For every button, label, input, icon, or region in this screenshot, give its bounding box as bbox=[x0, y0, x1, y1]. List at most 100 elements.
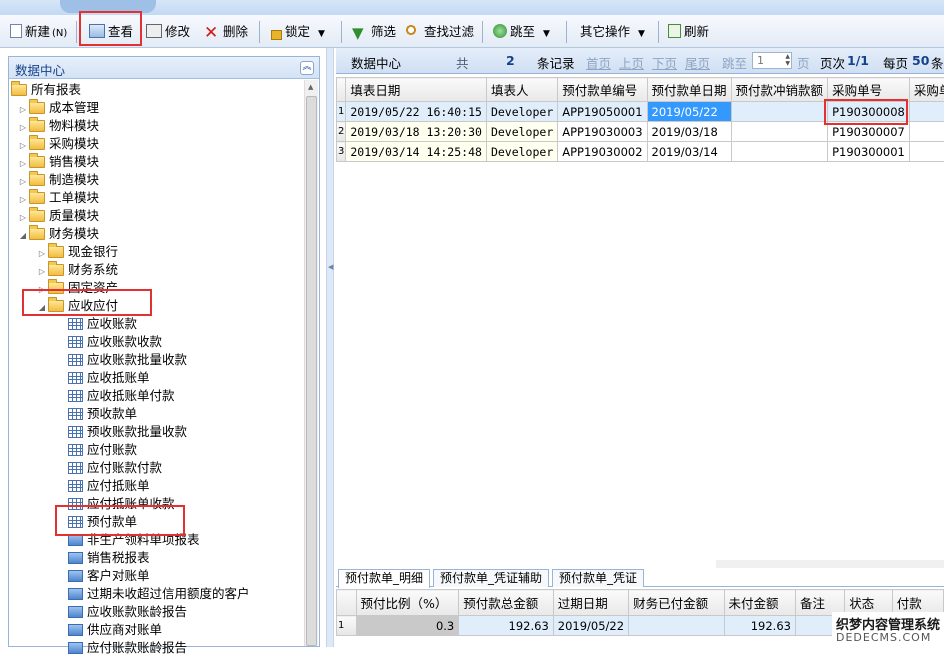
column-header[interactable]: 财务已付金额 bbox=[629, 590, 724, 616]
new-button[interactable]: 新建(N) bbox=[10, 22, 67, 42]
table-row[interactable]: 32019/03/14 14:25:48DeveloperAPP19030002… bbox=[337, 142, 944, 162]
tree-item-module[interactable]: ◢财务模块 bbox=[17, 225, 99, 243]
table-cell-user[interactable]: Developer bbox=[486, 122, 557, 142]
tree-item-form[interactable]: 预收款单 bbox=[68, 405, 137, 423]
column-header[interactable]: 填表日期 bbox=[346, 78, 487, 102]
tree-item-report[interactable]: 应付账款账龄报告 bbox=[68, 639, 187, 657]
table-cell-po[interactable]: P190300001 bbox=[828, 142, 910, 162]
tree-item-report[interactable]: 供应商对账单 bbox=[68, 621, 162, 639]
tree-item-form[interactable]: 应付抵账单 bbox=[68, 477, 150, 495]
table-cell-offset[interactable] bbox=[731, 142, 828, 162]
table-cell-expire[interactable]: 2019/05/22 bbox=[553, 616, 628, 636]
table-cell-paid[interactable] bbox=[629, 616, 724, 636]
scroll-up-icon[interactable]: ▲ bbox=[308, 83, 313, 91]
column-header[interactable]: 预付款单日期 bbox=[647, 78, 731, 102]
tree-item-form[interactable]: 应收账款收款 bbox=[68, 333, 162, 351]
tree-item-module[interactable]: ▷销售模块 bbox=[17, 153, 99, 171]
prev-page-link[interactable]: 上页 bbox=[619, 53, 644, 72]
tree-item-module[interactable]: ▷采购模块 bbox=[17, 135, 99, 153]
tree-item-form[interactable]: 应付账款 bbox=[68, 441, 137, 459]
tree-item-form[interactable]: 预收账款批量收款 bbox=[68, 423, 187, 441]
tree-item-finance-child[interactable]: ▷财务系统 bbox=[36, 261, 118, 279]
tree-item-report[interactable]: 非生产领料单项报表 bbox=[68, 531, 200, 549]
tab-detail[interactable]: 预付款单_明细 bbox=[338, 569, 430, 588]
table-cell-offset[interactable] bbox=[731, 102, 828, 122]
edit-button[interactable]: 修改 bbox=[146, 22, 190, 42]
table-cell-no[interactable]: APP19030002 bbox=[558, 142, 647, 162]
row-number[interactable]: 3 bbox=[337, 142, 346, 162]
tab-voucher-aux[interactable]: 预付款单_凭证辅助 bbox=[433, 569, 549, 587]
tree-item-finance-child[interactable]: ◢应收应付 bbox=[36, 297, 118, 315]
tree-item-report[interactable]: 销售税报表 bbox=[68, 549, 150, 567]
panel-splitter[interactable]: ◀ bbox=[326, 48, 334, 647]
table-cell-date[interactable]: 2019/03/14 14:25:48 bbox=[346, 142, 487, 162]
other-ops-dropdown-icon[interactable]: ▼ bbox=[638, 29, 645, 39]
tree-item-finance-child[interactable]: ▷现金银行 bbox=[36, 243, 118, 261]
table-cell-pdate[interactable]: 2019/03/14 bbox=[647, 142, 731, 162]
table-row[interactable]: 12019/05/22 16:40:15DeveloperAPP19050001… bbox=[337, 102, 944, 122]
find-filter-button[interactable]: 查找过滤 bbox=[405, 22, 474, 42]
tree-item-finance-child[interactable]: ▷固定资产 bbox=[36, 279, 118, 297]
scroll-thumb[interactable] bbox=[306, 96, 317, 646]
refresh-button[interactable]: 刷新 bbox=[668, 22, 709, 42]
table-cell-user[interactable]: Developer bbox=[486, 102, 557, 122]
table-cell-no[interactable]: APP19050001 bbox=[558, 102, 647, 122]
tree-item-report[interactable]: 过期未收超过信用额度的客户 bbox=[68, 585, 250, 603]
tree-item-form[interactable]: 应付抵账单收款 bbox=[68, 495, 175, 513]
table-cell-pdate[interactable]: 2019/03/18 bbox=[647, 122, 731, 142]
row-number[interactable]: 1 bbox=[337, 102, 346, 122]
tree-item-module[interactable]: ▷质量模块 bbox=[17, 207, 99, 225]
page-number-input[interactable]: 1▲▼ bbox=[752, 52, 792, 69]
tree-item-form[interactable]: 应收账款 bbox=[68, 315, 137, 333]
tree-item-module[interactable]: ▷成本管理 bbox=[17, 99, 99, 117]
expanded-arrow-icon[interactable]: ◢ bbox=[17, 227, 29, 245]
splitter-collapse-icon[interactable]: ◀ bbox=[328, 263, 333, 271]
lock-dropdown-icon[interactable]: ▼ bbox=[318, 29, 325, 39]
column-header[interactable]: 预付款冲销款额 bbox=[731, 78, 828, 102]
tree-item-form[interactable]: 应收抵账单 bbox=[68, 369, 150, 387]
table-cell-total[interactable]: 192.63 bbox=[459, 616, 554, 636]
row-number[interactable]: 2 bbox=[337, 122, 346, 142]
column-header[interactable]: 采购单 bbox=[909, 78, 944, 102]
other-ops-button[interactable]: 其它操作▼ bbox=[580, 22, 645, 42]
expanded-arrow-icon[interactable]: ◢ bbox=[36, 299, 48, 317]
jump-dropdown-icon[interactable]: ▼ bbox=[543, 29, 550, 39]
view-button[interactable]: 查看 bbox=[89, 22, 133, 42]
table-cell-extra[interactable]: 5 bbox=[909, 142, 944, 162]
tree-item-form[interactable]: 应收抵账单付款 bbox=[68, 387, 175, 405]
table-cell-unpaid[interactable]: 192.63 bbox=[724, 616, 795, 636]
filter-button[interactable]: ▼筛选 bbox=[352, 22, 396, 42]
table-cell-ratio[interactable]: 0.3 bbox=[356, 616, 459, 636]
column-header[interactable]: 过期日期 bbox=[553, 590, 628, 616]
tree-item-module[interactable]: ▷物料模块 bbox=[17, 117, 99, 135]
column-header[interactable]: 未付金额 bbox=[724, 590, 795, 616]
tree-item-form[interactable]: 应付账款付款 bbox=[68, 459, 162, 477]
column-header[interactable]: 采购单号 bbox=[828, 78, 910, 102]
tab-voucher[interactable]: 预付款单_凭证 bbox=[552, 569, 644, 587]
tree-item-form[interactable]: 应收账款批量收款 bbox=[68, 351, 187, 369]
first-page-link[interactable]: 首页 bbox=[586, 53, 611, 72]
table-cell-extra[interactable]: 3 bbox=[909, 122, 944, 142]
page-spinner-icon[interactable]: ▲▼ bbox=[785, 53, 790, 67]
table-cell-date[interactable]: 2019/03/18 13:20:30 bbox=[346, 122, 487, 142]
table-cell-extra[interactable] bbox=[909, 102, 944, 122]
column-header[interactable]: 预付款总金额 bbox=[459, 590, 554, 616]
tree-item-report[interactable]: 应收账款账龄报告 bbox=[68, 603, 187, 621]
column-header[interactable]: 预付款单编号 bbox=[558, 78, 647, 102]
delete-button[interactable]: ✕删除 bbox=[204, 22, 248, 42]
table-cell-user[interactable]: Developer bbox=[486, 142, 557, 162]
table-cell-pdate[interactable]: 2019/05/22 bbox=[647, 102, 731, 122]
tree-item-root[interactable]: 所有报表 bbox=[11, 81, 81, 99]
table-row[interactable]: 22019/03/18 13:20:30DeveloperAPP19030003… bbox=[337, 122, 944, 142]
tree-item-form[interactable]: 预付款单 bbox=[68, 513, 137, 531]
table-cell-po[interactable]: P190300008 bbox=[828, 102, 910, 122]
jump-button[interactable]: 跳至▼ bbox=[493, 22, 550, 42]
tree-item-report[interactable]: 客户对账单 bbox=[68, 567, 150, 585]
column-header[interactable]: 填表人 bbox=[486, 78, 557, 102]
row-number[interactable]: 1 bbox=[337, 616, 357, 636]
table-cell-no[interactable]: APP19030003 bbox=[558, 122, 647, 142]
table-cell-po[interactable]: P190300007 bbox=[828, 122, 910, 142]
column-header[interactable]: 预付比例（%） bbox=[356, 590, 459, 616]
collapse-icon[interactable]: ︽ bbox=[300, 61, 314, 75]
lock-button[interactable]: 锁定▼ bbox=[271, 22, 325, 42]
